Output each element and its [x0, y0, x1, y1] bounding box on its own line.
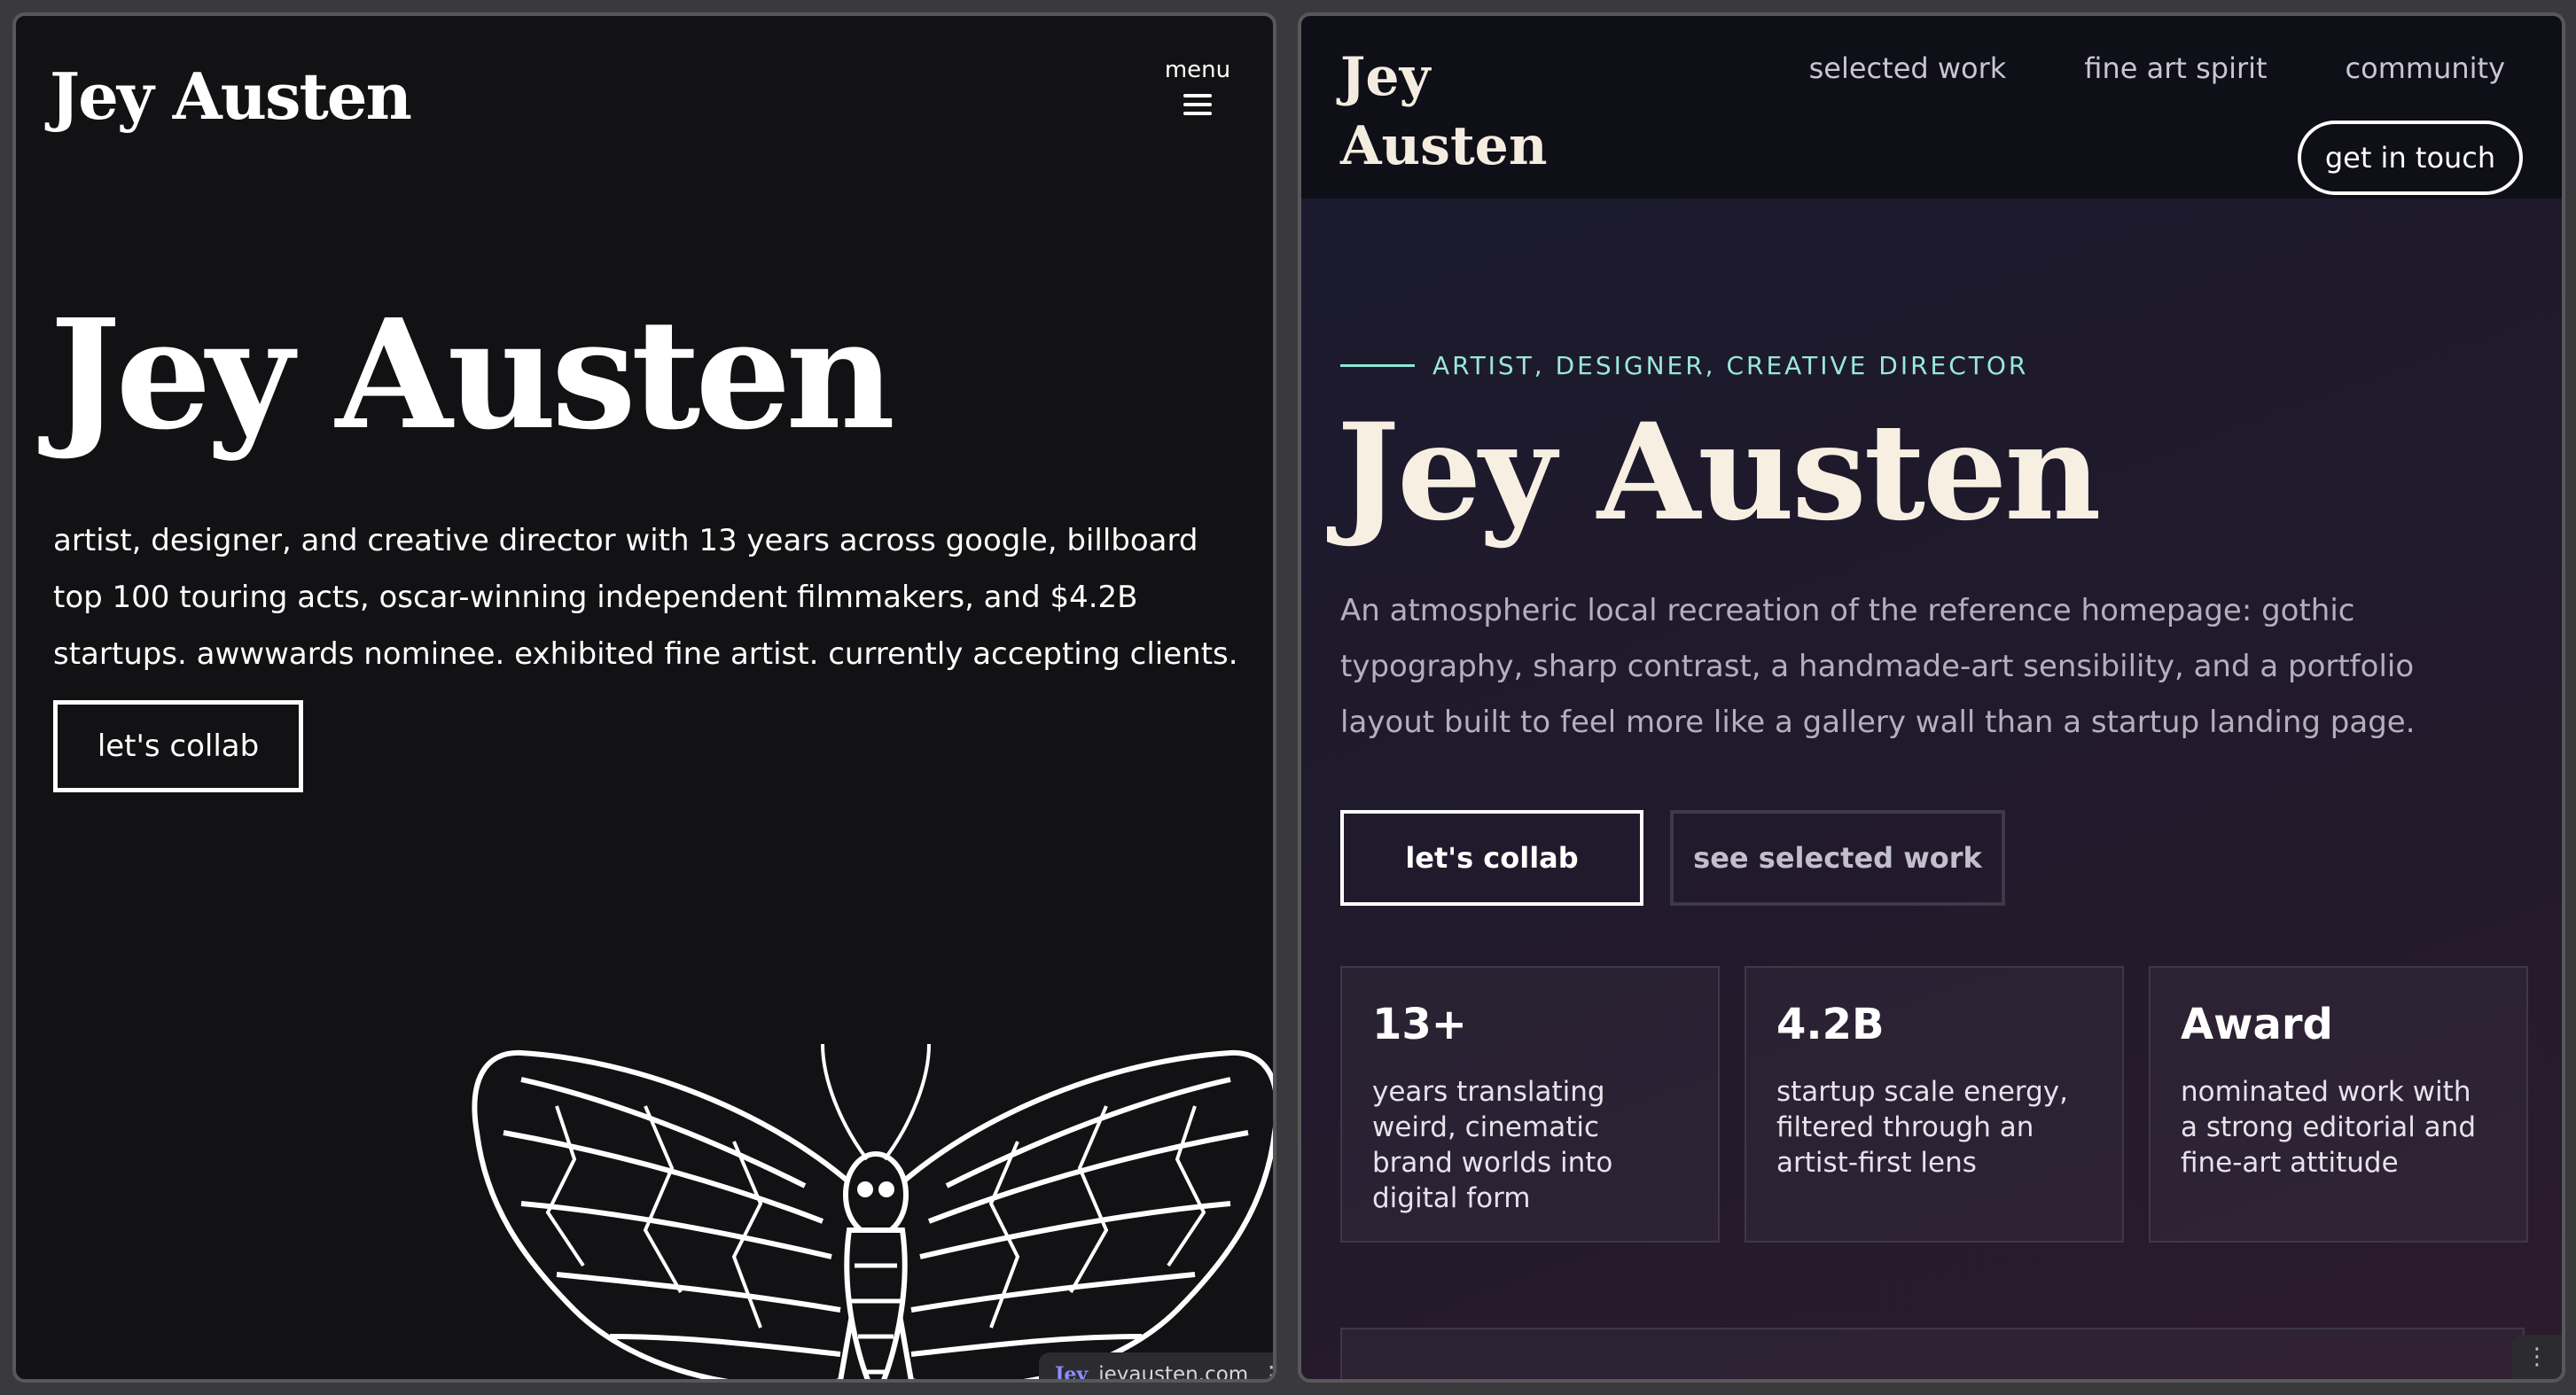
- stat-value: 4.2B: [1776, 1000, 1885, 1049]
- eyebrow: ARTIST, DESIGNER, CREATIVE DIRECTOR: [1340, 351, 2028, 380]
- site-logo[interactable]: Jey Austen: [1340, 43, 1547, 181]
- url-favicon: Jey: [1055, 1363, 1089, 1383]
- logo-line-2: Austen: [1340, 115, 1548, 177]
- logo-line-1: Jey: [1340, 46, 1431, 108]
- hero-title: Jey Austen: [50, 286, 895, 464]
- eyebrow-text: ARTIST, DESIGNER, CREATIVE DIRECTOR: [1432, 351, 2029, 380]
- menu-label: menu: [1164, 57, 1231, 83]
- moth-illustration: [472, 1043, 1273, 1379]
- stat-card: 13+ years translating weird, cinematic b…: [1340, 966, 1720, 1243]
- stat-card: 4.2B startup scale energy, filtered thro…: [1745, 966, 2124, 1243]
- lets-collab-button[interactable]: let's collab: [53, 700, 303, 792]
- nav-selected-work[interactable]: selected work: [1809, 51, 2007, 85]
- primary-nav: selected work fine art spirit community: [1809, 51, 2505, 85]
- hero-description: An atmospheric local recreation of the r…: [1340, 593, 2416, 740]
- menu-button[interactable]: menu: [1158, 57, 1237, 121]
- url-bar[interactable]: Jey jeyausten.com ⋮: [1039, 1352, 1273, 1383]
- stat-card: Award nominated work with a strong edito…: [2149, 966, 2528, 1243]
- get-in-touch-button[interactable]: get in touch: [2298, 121, 2523, 195]
- hero-description: artist, designer, and creative director …: [53, 523, 1238, 672]
- stat-value: 13+: [1372, 1000, 1468, 1049]
- stats-row: 13+ years translating weird, cinematic b…: [1340, 966, 2528, 1243]
- site-logo[interactable]: Jey Austen: [50, 58, 412, 134]
- right-browser-window: Jey Austen selected work fine art spirit…: [1298, 12, 2565, 1383]
- nav-community[interactable]: community: [2346, 51, 2505, 85]
- see-selected-work-button[interactable]: see selected work: [1670, 810, 2005, 906]
- hamburger-icon: [1183, 94, 1212, 115]
- nav-fine-art-spirit[interactable]: fine art spirit: [2084, 51, 2267, 85]
- kebab-menu-icon[interactable]: ⋮: [1259, 1360, 1273, 1380]
- stat-description: nominated work with a strong editorial a…: [2181, 1076, 2476, 1179]
- stat-description: startup scale energy, filtered through a…: [1776, 1076, 2068, 1179]
- left-browser-window: Jey Austen menu Jey Austen artist, desig…: [12, 12, 1276, 1383]
- lets-collab-button[interactable]: let's collab: [1340, 810, 1643, 906]
- hero-title: Jey Austen: [1337, 394, 2101, 550]
- eyebrow-line: [1340, 364, 1415, 367]
- url-text: jeyausten.com: [1098, 1363, 1249, 1383]
- featured-work-card: [1340, 1328, 2525, 1379]
- top-nav-bar: Jey Austen selected work fine art spirit…: [1301, 16, 2562, 199]
- stat-value: Award: [2181, 1000, 2333, 1049]
- stat-description: years translating weird, cinematic brand…: [1372, 1076, 1613, 1214]
- kebab-menu-icon[interactable]: ⋮: [2512, 1335, 2562, 1379]
